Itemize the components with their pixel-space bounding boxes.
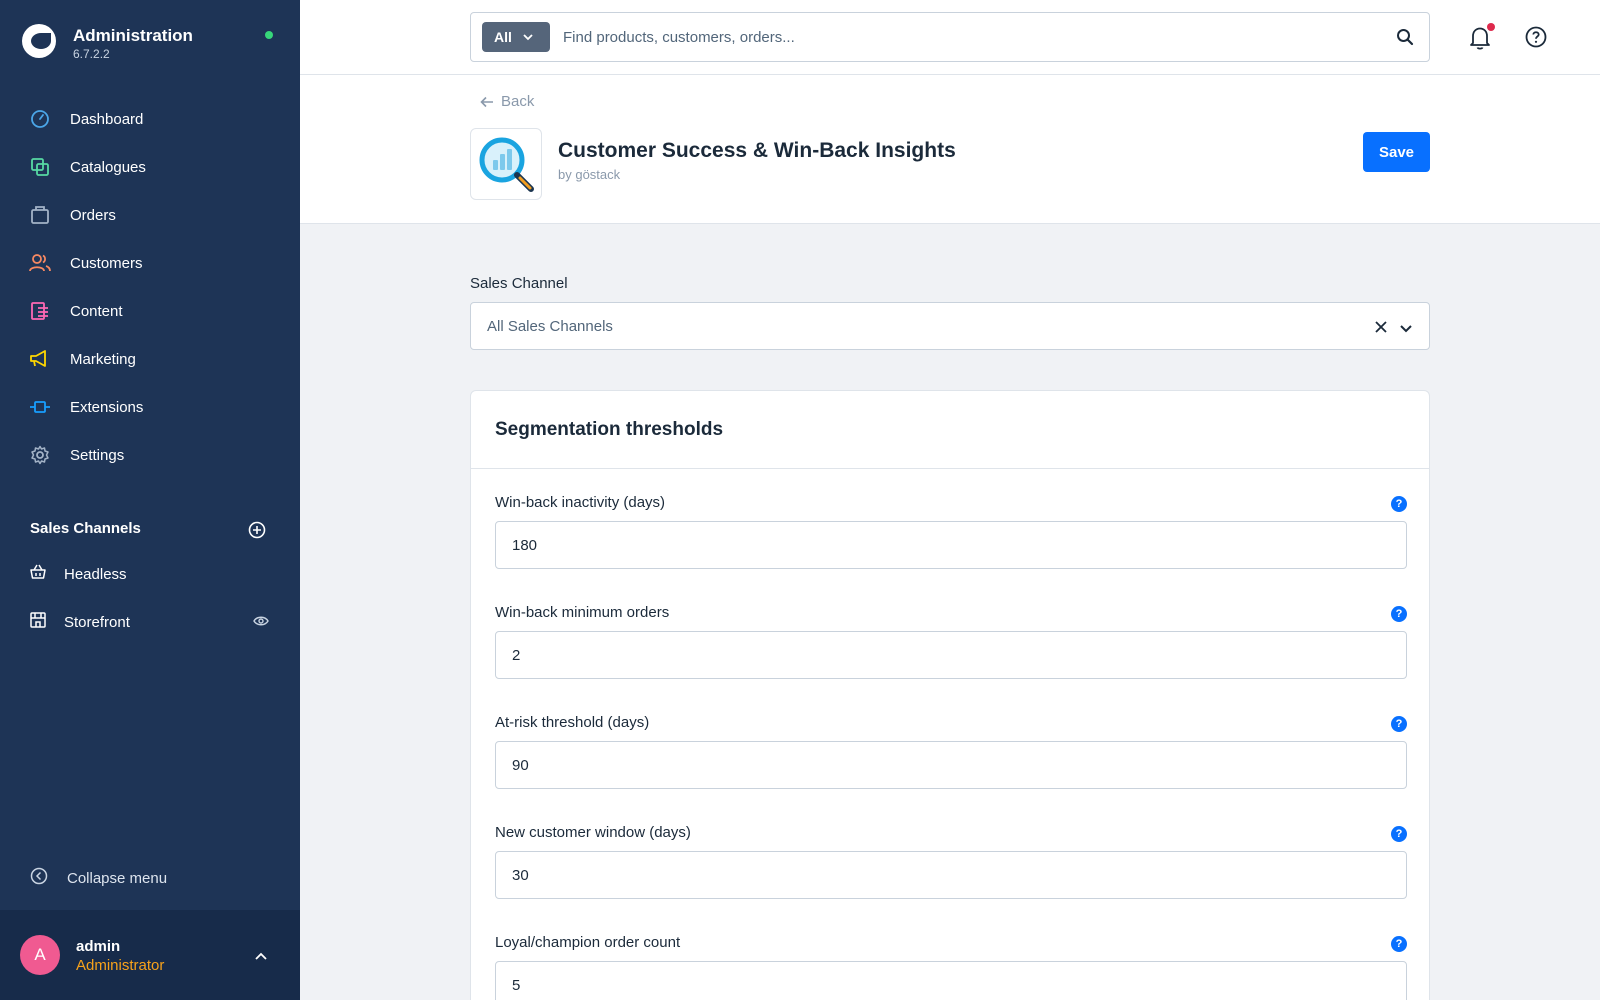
user-menu[interactable]: A admin Administrator (0, 910, 300, 1000)
sales-channel-label: Headless (64, 565, 127, 583)
settings-icon (29, 444, 51, 466)
nav-label: Dashboard (70, 110, 144, 128)
sidebar: Administration 6.7.2.2 Dashboard Catalog… (0, 0, 300, 1000)
field-at-risk-threshold: At-risk threshold (days) ? (495, 714, 1407, 814)
brand: Administration 6.7.2.2 (22, 22, 282, 66)
notification-badge (1487, 23, 1495, 31)
nav-item-settings[interactable]: Settings (0, 431, 300, 479)
search-icon[interactable] (1396, 28, 1414, 51)
nav-item-marketing[interactable]: Marketing (0, 335, 300, 383)
basket-icon (29, 563, 47, 586)
field-label: New customer window (days) (495, 824, 691, 841)
content-icon (29, 300, 51, 322)
chevron-up-icon[interactable] (254, 948, 268, 966)
back-link[interactable]: Back (480, 93, 534, 110)
search-input[interactable] (563, 23, 1363, 51)
arrow-left-icon (480, 96, 493, 107)
shopware-logo-icon[interactable] (22, 24, 56, 58)
loyal-order-count-input[interactable] (495, 961, 1407, 1000)
field-label: At-risk threshold (days) (495, 714, 650, 731)
nav-label: Catalogues (70, 158, 146, 176)
magnifier-chart-icon (479, 137, 534, 192)
card-divider (471, 468, 1429, 469)
help-tooltip-icon[interactable]: ? (1391, 826, 1407, 842)
nav-item-dashboard[interactable]: Dashboard (0, 95, 300, 143)
dashboard-icon (29, 108, 51, 130)
sales-channels-title: Sales Channels (30, 520, 141, 537)
collapse-menu-button[interactable]: Collapse menu (30, 867, 167, 890)
catalogues-icon (29, 156, 51, 178)
global-search: All (470, 12, 1430, 62)
sales-channel-label: Sales Channel (470, 275, 568, 292)
sales-channel-headless[interactable]: Headless (0, 550, 300, 598)
avatar: A (20, 935, 60, 975)
chevron-down-icon (523, 34, 533, 41)
eye-icon[interactable] (253, 614, 269, 632)
nav-label: Settings (70, 446, 125, 464)
field-winback-inactivity: Win-back inactivity (days) ? (495, 494, 1407, 594)
nav-item-customers[interactable]: Customers (0, 239, 300, 287)
help-tooltip-icon[interactable]: ? (1391, 716, 1407, 732)
help-icon[interactable] (1525, 26, 1547, 53)
back-label: Back (501, 93, 535, 110)
help-tooltip-icon[interactable]: ? (1391, 496, 1407, 512)
sales-channel-select[interactable]: All Sales Channels (470, 302, 1430, 350)
orders-icon (29, 204, 51, 226)
page-title: Customer Success & Win-Back Insights (558, 139, 956, 162)
main-nav: Dashboard Catalogues Orders Customers Co… (0, 95, 300, 479)
save-button[interactable]: Save (1363, 132, 1430, 172)
nav-label: Customers (70, 254, 143, 272)
field-label: Win-back inactivity (days) (495, 494, 666, 511)
field-new-customer-window: New customer window (days) ? (495, 824, 1407, 924)
nav-item-catalogues[interactable]: Catalogues (0, 143, 300, 191)
top-bar: All (300, 0, 1600, 75)
nav-label: Content (70, 302, 123, 320)
card-title: Segmentation thresholds (495, 419, 724, 440)
clear-selection-icon[interactable] (1374, 320, 1388, 339)
new-customer-window-input[interactable] (495, 851, 1407, 899)
add-sales-channel-icon[interactable] (248, 521, 266, 539)
nav-label: Orders (70, 206, 116, 224)
search-type-label: All (494, 29, 512, 45)
collapse-menu-label: Collapse menu (67, 870, 168, 887)
chevron-down-icon[interactable] (1399, 321, 1413, 339)
field-label: Loyal/champion order count (495, 934, 681, 951)
customers-icon (29, 252, 51, 274)
field-winback-min-orders: Win-back minimum orders ? (495, 604, 1407, 704)
sales-channel-select-value: All Sales Channels (487, 318, 613, 335)
help-tooltip-icon[interactable]: ? (1391, 936, 1407, 952)
user-role: Administrator (76, 957, 165, 974)
winback-inactivity-input[interactable] (495, 521, 1407, 569)
sales-channel-list: Headless Storefront (0, 550, 300, 646)
nav-label: Extensions (70, 398, 144, 416)
online-status-dot (265, 31, 273, 39)
winback-min-orders-input[interactable] (495, 631, 1407, 679)
nav-item-extensions[interactable]: Extensions (0, 383, 300, 431)
app-icon (470, 128, 542, 200)
brand-version: 6.7.2.2 (73, 47, 110, 61)
marketing-icon (29, 348, 51, 370)
app-author: by göstack (558, 167, 621, 182)
at-risk-threshold-input[interactable] (495, 741, 1407, 789)
search-type-dropdown[interactable]: All (482, 22, 550, 52)
sales-channel-storefront[interactable]: Storefront (0, 598, 300, 646)
nav-item-content[interactable]: Content (0, 287, 300, 335)
nav-label: Marketing (70, 350, 136, 368)
brand-title: Administration (73, 26, 193, 45)
nav-item-orders[interactable]: Orders (0, 191, 300, 239)
field-label: Win-back minimum orders (495, 604, 670, 621)
field-loyal-order-count: Loyal/champion order count ? (495, 934, 1407, 1000)
extensions-icon (29, 396, 51, 418)
sales-channel-label: Storefront (64, 613, 130, 631)
page-header: Back Customer Success & Win-Back Insight… (300, 75, 1600, 224)
collapse-arrow-icon (30, 867, 48, 890)
help-tooltip-icon[interactable]: ? (1391, 606, 1407, 622)
storefront-icon (29, 611, 47, 634)
segmentation-card: Segmentation thresholds Win-back inactiv… (470, 390, 1430, 1000)
user-name: admin (76, 938, 121, 955)
